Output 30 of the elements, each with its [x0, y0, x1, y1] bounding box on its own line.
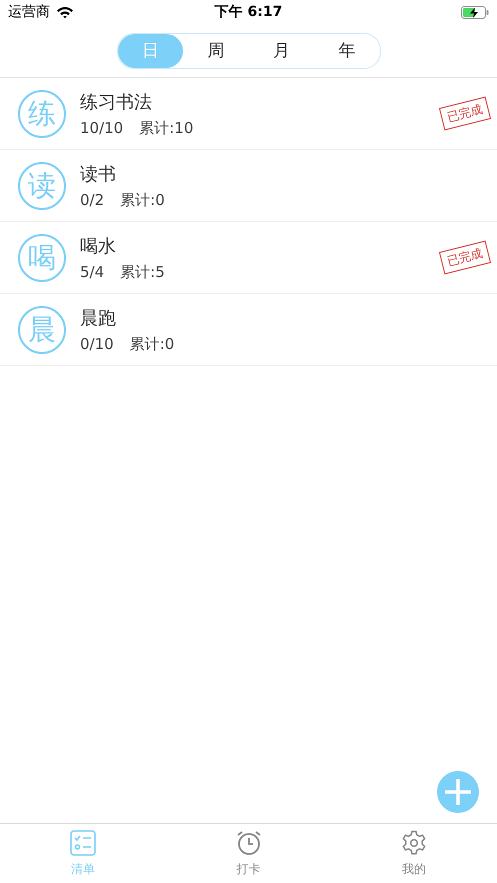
habit-name: 喝水 [80, 234, 117, 258]
battery-icon [461, 6, 489, 18]
alarm-clock-icon [236, 830, 262, 856]
plus-icon [445, 779, 471, 805]
habit-total: 累计:0 [120, 190, 165, 210]
wifi-icon [56, 6, 74, 18]
bottom-tab[interactable]: 我的 [331, 824, 497, 883]
add-button[interactable] [437, 771, 479, 813]
habit-badge: 练 [18, 90, 66, 138]
habit-badge: 读 [18, 162, 66, 210]
completed-stamp: 已完成 [438, 240, 492, 274]
habit-total: 累计:10 [139, 118, 194, 138]
habit-total: 累计:0 [130, 334, 174, 354]
habit-name: 练习书法 [80, 90, 153, 114]
habit-name: 读书 [80, 162, 117, 186]
carrier-name: 运营商 [8, 3, 50, 21]
settings-icon [401, 830, 428, 856]
period-tab[interactable]: 月 [248, 34, 314, 68]
bottom-tab[interactable]: 打卡 [166, 824, 332, 883]
completed-stamp: 已完成 [438, 96, 492, 130]
period-tab[interactable]: 年 [314, 34, 380, 68]
period-tab[interactable]: 周 [183, 34, 248, 68]
habit-progress: 0/2 [80, 190, 104, 210]
status-time: 下午 6:17 [214, 3, 282, 21]
habit-badge: 晨 [18, 306, 66, 354]
habit-progress: 0/10 [80, 334, 114, 354]
checklist-icon [70, 830, 96, 856]
habit-badge: 喝 [18, 234, 66, 282]
habit-name: 晨跑 [80, 306, 117, 330]
habit-total: 累计:5 [120, 262, 165, 282]
